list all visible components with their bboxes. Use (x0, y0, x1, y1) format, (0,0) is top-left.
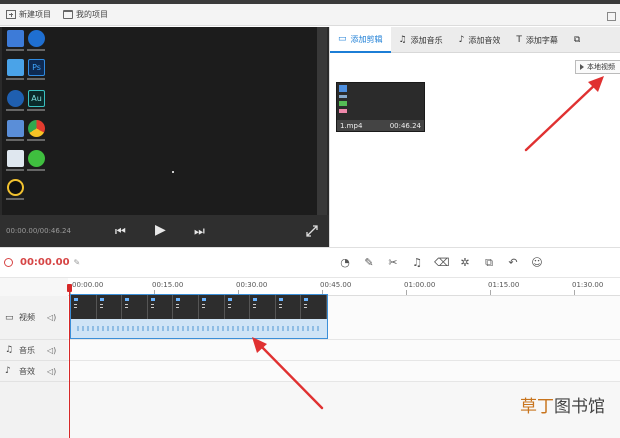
bell-icon[interactable]: ♫ (410, 256, 424, 270)
preview-scrollbar[interactable] (317, 27, 327, 215)
emoji-icon[interactable]: ☺ (530, 256, 544, 270)
video-camera-icon: ▭ (5, 312, 14, 323)
wechat-icon (28, 150, 45, 167)
thumbnail-duration: 00:46.24 (389, 121, 421, 130)
app-icon (7, 59, 24, 76)
edit-icon[interactable]: ✎ (362, 256, 376, 270)
local-video-label: 本地视频 (587, 63, 615, 71)
track-name: 音乐 (19, 345, 35, 355)
tab-label: 添加字幕 (525, 35, 558, 45)
ruler-tick: 00:15.00 (152, 281, 184, 289)
clock-icon (4, 258, 13, 267)
new-project-button[interactable]: 新建项目 (0, 4, 57, 26)
app-icon (7, 90, 24, 107)
clip-frames (71, 295, 327, 319)
player-controls: 00:00.00/00:46.24 ⏮ ▶ ⏭ (0, 215, 329, 247)
play-icon[interactable]: ▶ (155, 223, 166, 237)
current-time-value: 00:00.00 (20, 257, 70, 268)
sound-effect-icon: ♪ (458, 35, 465, 45)
local-video-button[interactable]: 本地视频 (575, 60, 620, 74)
new-project-label: 新建项目 (19, 10, 51, 19)
tab-more[interactable]: ⧉ (566, 27, 592, 53)
skip-forward-icon[interactable]: ⏭ (194, 225, 205, 237)
thumbnail-filename: 1.mp4 (340, 121, 363, 130)
tab-add-subtitle[interactable]: T 添加字幕 (508, 27, 566, 53)
ruler-tick: 00:45.00 (320, 281, 352, 289)
watermark-part2: 图书馆 (554, 397, 605, 417)
more-icon: ⧉ (573, 35, 581, 45)
ruler-tick: 00:30.00 (236, 281, 268, 289)
recycle-bin-icon (7, 150, 24, 167)
window-button[interactable] (607, 12, 616, 21)
speed-icon[interactable]: ◔ (338, 256, 352, 270)
scissors-icon[interactable]: ✂ (386, 256, 400, 270)
track-name: 音效 (19, 366, 35, 376)
menu-bar: 新建项目 我的项目 (0, 4, 620, 26)
video-track-label: ▭ 视频 ◁) (0, 296, 68, 340)
audition-icon: Au (28, 90, 45, 107)
audio-waveform (77, 326, 321, 331)
current-time: 00:00.00 ✎ (4, 257, 80, 268)
music-note-icon: ♫ (398, 35, 407, 45)
media-thumbnail[interactable]: 1.mp4 00:46.24 (336, 82, 425, 132)
magic-icon[interactable]: ✲ (458, 256, 472, 270)
pencil-icon[interactable]: ✎ (74, 258, 81, 267)
music-note-icon: ♫ (5, 345, 14, 355)
video-preview: Ps Au 00:00.00/00:46.24 ⏮ ▶ ⏭ (0, 27, 329, 247)
track-name: 视频 (19, 313, 35, 322)
video-clip[interactable] (70, 294, 328, 339)
skip-back-icon[interactable]: ⏮ (115, 225, 126, 237)
app-icon (7, 30, 24, 47)
music-track-label: ♫ 音乐 ◁) (0, 340, 68, 361)
tab-label: 添加音效 (468, 35, 501, 45)
ruler-tick: 01:15.00 (488, 281, 520, 289)
watermark-part1: 草丁 (520, 397, 554, 417)
speaker-icon[interactable]: ◁) (47, 367, 56, 376)
copy-icon[interactable]: ⧉ (482, 256, 496, 270)
play-icon (580, 64, 584, 70)
app-icon (28, 30, 45, 47)
text-icon: T (516, 35, 522, 45)
delete-icon[interactable]: ⌫ (434, 256, 450, 270)
fullscreen-icon[interactable] (306, 225, 318, 237)
sound-effect-icon: ♪ (5, 366, 11, 376)
music-track[interactable] (68, 340, 620, 361)
speaker-icon[interactable]: ◁) (47, 313, 56, 322)
playhead[interactable] (69, 284, 70, 438)
panel-tabs: ▭ 添加剪辑 ♫ 添加音乐 ♪ 添加音效 T 添加字幕 ⧉ (330, 27, 620, 53)
undo-icon[interactable]: ↶ (506, 256, 520, 270)
tab-add-clip[interactable]: ▭ 添加剪辑 (330, 27, 391, 53)
chrome-icon (28, 120, 45, 137)
preview-screen: Ps Au (2, 27, 317, 215)
my-projects-button[interactable]: 我的项目 (57, 4, 114, 26)
camera-icon: ▭ (338, 34, 347, 44)
tab-add-music[interactable]: ♫ 添加音乐 (391, 27, 451, 53)
edit-toolbar: 00:00.00 ✎ ◔ ✎ ✂ ♫ ⌫ ✲ ⧉ ↶ ☺ (0, 247, 620, 278)
my-projects-label: 我的项目 (76, 10, 108, 19)
thumbnail-info: 1.mp4 00:46.24 (337, 120, 424, 131)
folder-icon (63, 10, 73, 19)
photoshop-icon: Ps (28, 59, 45, 76)
sfx-track[interactable] (68, 361, 620, 382)
plus-icon (6, 10, 16, 19)
ruler-tick: 00:00.00 (72, 281, 104, 289)
watermark: 草丁 图书馆 (520, 392, 605, 417)
tab-label: 添加剪辑 (350, 34, 383, 44)
playback-timecode: 00:00.00/00:46.24 (6, 227, 71, 235)
tab-add-sfx[interactable]: ♪ 添加音效 (451, 27, 509, 53)
ruler-tick: 01:00.00 (404, 281, 436, 289)
speaker-icon[interactable]: ◁) (47, 346, 56, 355)
sfx-track-label: ♪ 音效 ◁) (0, 361, 68, 382)
tab-label: 添加音乐 (410, 35, 443, 45)
ruler-tick: 01:30.00 (572, 281, 604, 289)
computer-icon (7, 120, 24, 137)
media-panel: ▭ 添加剪辑 ♫ 添加音乐 ♪ 添加音效 T 添加字幕 ⧉ 本地视频 1.mp4… (329, 27, 620, 247)
qq-icon (7, 179, 24, 196)
